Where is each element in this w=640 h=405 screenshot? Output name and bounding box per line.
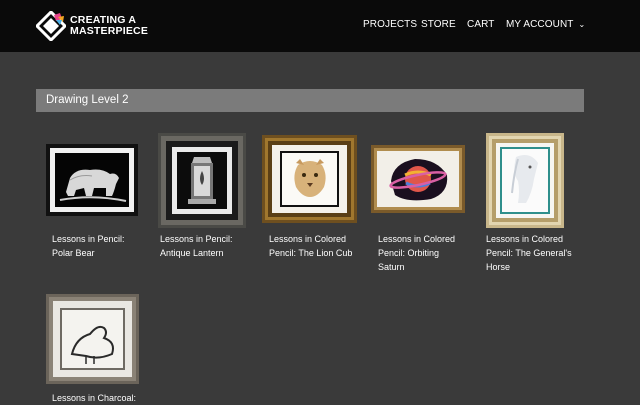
project-card-polar-bear[interactable] (46, 144, 138, 216)
project-card-antique-lantern[interactable] (158, 133, 246, 228)
top-navigation-bar: CREATING A MASTERPIECE PROJECTS STORE CA… (0, 0, 640, 52)
polar-bear-thumbnail (46, 144, 138, 216)
card-title-line: Horse (486, 262, 511, 272)
card-title-line: Lessons in Pencil: (160, 234, 233, 244)
logo-diamond-icon (36, 11, 66, 41)
project-title-charcoal[interactable]: Lessons in Charcoal: (52, 391, 152, 405)
project-card-lion-cub[interactable] (262, 135, 357, 223)
card-title-line: Pencil: The Lion Cub (269, 248, 353, 258)
site-logo[interactable]: CREATING A MASTERPIECE (36, 11, 148, 41)
project-title-polar-bear[interactable]: Lessons in Pencil: Polar Bear (52, 232, 152, 260)
project-title-generals-horse[interactable]: Lessons in Colored Pencil: The General's… (486, 232, 586, 274)
card-title-line: Antique Lantern (160, 248, 224, 258)
card-title-line: Lessons in Charcoal: (52, 393, 137, 403)
section-title: Drawing Level 2 (46, 94, 129, 106)
section-header: Drawing Level 2 (36, 89, 584, 112)
logo-line-2: MASTERPIECE (70, 25, 149, 37)
charcoal-thumbnail (46, 294, 139, 384)
card-title-line: Lessons in Colored (486, 234, 564, 244)
card-title-line: Pencil: Orbiting (378, 248, 440, 258)
nav-my-account[interactable]: MY ACCOUNT ⌄ (506, 19, 585, 30)
card-title-line: Pencil: The General's (486, 248, 572, 258)
card-title-line: Lessons in Pencil: (52, 234, 125, 244)
project-title-lion-cub[interactable]: Lessons in Colored Pencil: The Lion Cub (269, 232, 369, 260)
project-title-antique-lantern[interactable]: Lessons in Pencil: Antique Lantern (160, 232, 260, 260)
card-title-line: Lessons in Colored (269, 234, 347, 244)
orbiting-saturn-thumbnail (371, 145, 465, 213)
project-card-orbiting-saturn[interactable] (371, 145, 465, 213)
chevron-down-icon: ⌄ (578, 20, 586, 29)
card-title-line: Saturn (378, 262, 405, 272)
nav-projects[interactable]: PROJECTS (363, 19, 417, 30)
card-title-line: Polar Bear (52, 248, 95, 258)
antique-lantern-thumbnail (158, 133, 246, 228)
logo-text: CREATING A MASTERPIECE (70, 15, 148, 37)
nav-cart[interactable]: CART (467, 19, 494, 30)
project-card-charcoal[interactable] (46, 294, 139, 384)
card-title-line: Lessons in Colored (378, 234, 456, 244)
lion-cub-thumbnail (262, 135, 357, 223)
project-title-orbiting-saturn[interactable]: Lessons in Colored Pencil: Orbiting Satu… (378, 232, 478, 274)
project-card-generals-horse[interactable] (486, 133, 564, 228)
nav-my-account-label: MY ACCOUNT (506, 19, 574, 30)
nav-store[interactable]: STORE (421, 19, 456, 30)
generals-horse-thumbnail (486, 133, 564, 228)
